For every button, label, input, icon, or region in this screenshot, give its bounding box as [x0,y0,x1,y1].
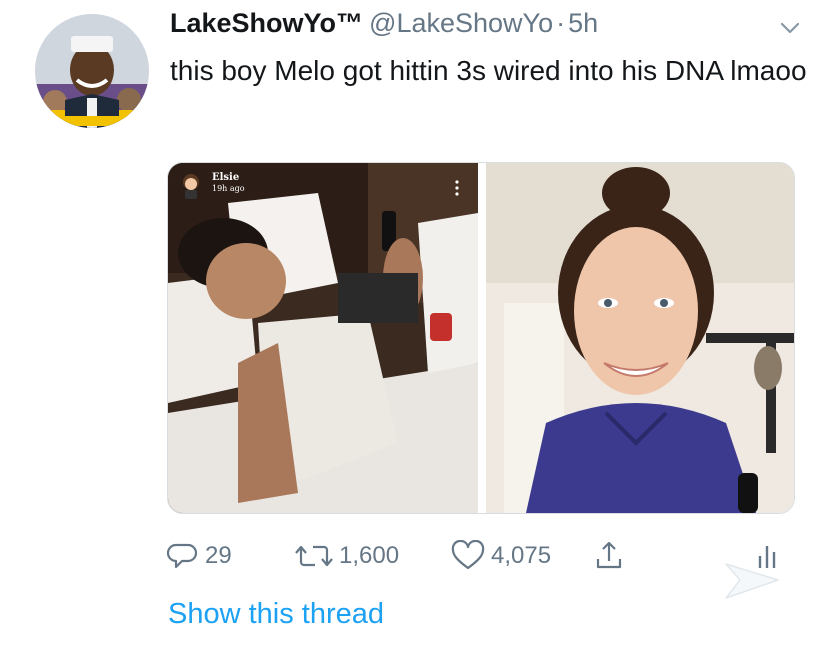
share-icon [596,541,622,569]
retweet-icon [295,545,333,567]
tweet-media[interactable]: Elsie 19h ago [167,162,795,514]
photo-man-in-bed [168,163,478,513]
selfie-image [486,163,794,513]
snap-username: Elsie [212,172,240,183]
reply-count: 29 [205,542,232,569]
heart-icon [451,540,485,570]
retweet-count: 1,600 [339,542,400,569]
bitmoji-icon [183,174,199,199]
tweet[interactable]: LakeShowYo™ @LakeShowYo · 5h this boy Melo … [0,0,827,649]
more-options-icon [455,180,459,196]
tweet-header: LakeShowYo™ @LakeShowYo · 5h [170,8,810,50]
photo-woman-selfie[interactable] [486,163,794,513]
like-count: 4,075 [491,542,552,569]
avatar[interactable] [35,14,149,128]
display-name[interactable]: LakeShowYo™ [170,8,363,38]
user-handle[interactable]: @LakeShowYo [369,8,553,38]
like-button[interactable]: 4,075 [451,536,551,576]
chevron-down-icon[interactable] [776,14,804,42]
reply-button[interactable]: 29 [167,536,232,576]
share-button[interactable] [593,536,625,576]
retweet-button[interactable]: 1,600 [295,536,399,576]
snap-timestamp: 19h ago [212,184,245,193]
separator-dot: · [556,8,566,38]
tweet-actions: 29 1,600 4,075 [167,536,807,576]
avatar-image [35,14,149,128]
timestamp[interactable]: 5h [568,8,598,38]
forward-arrow-icon [725,563,779,599]
reply-icon [167,543,198,569]
snapchat-screenshot[interactable]: Elsie 19h ago [168,163,478,513]
show-thread-link[interactable]: Show this thread [168,598,384,631]
tweet-text: this boy Melo got hittin 3s wired into h… [170,55,807,86]
